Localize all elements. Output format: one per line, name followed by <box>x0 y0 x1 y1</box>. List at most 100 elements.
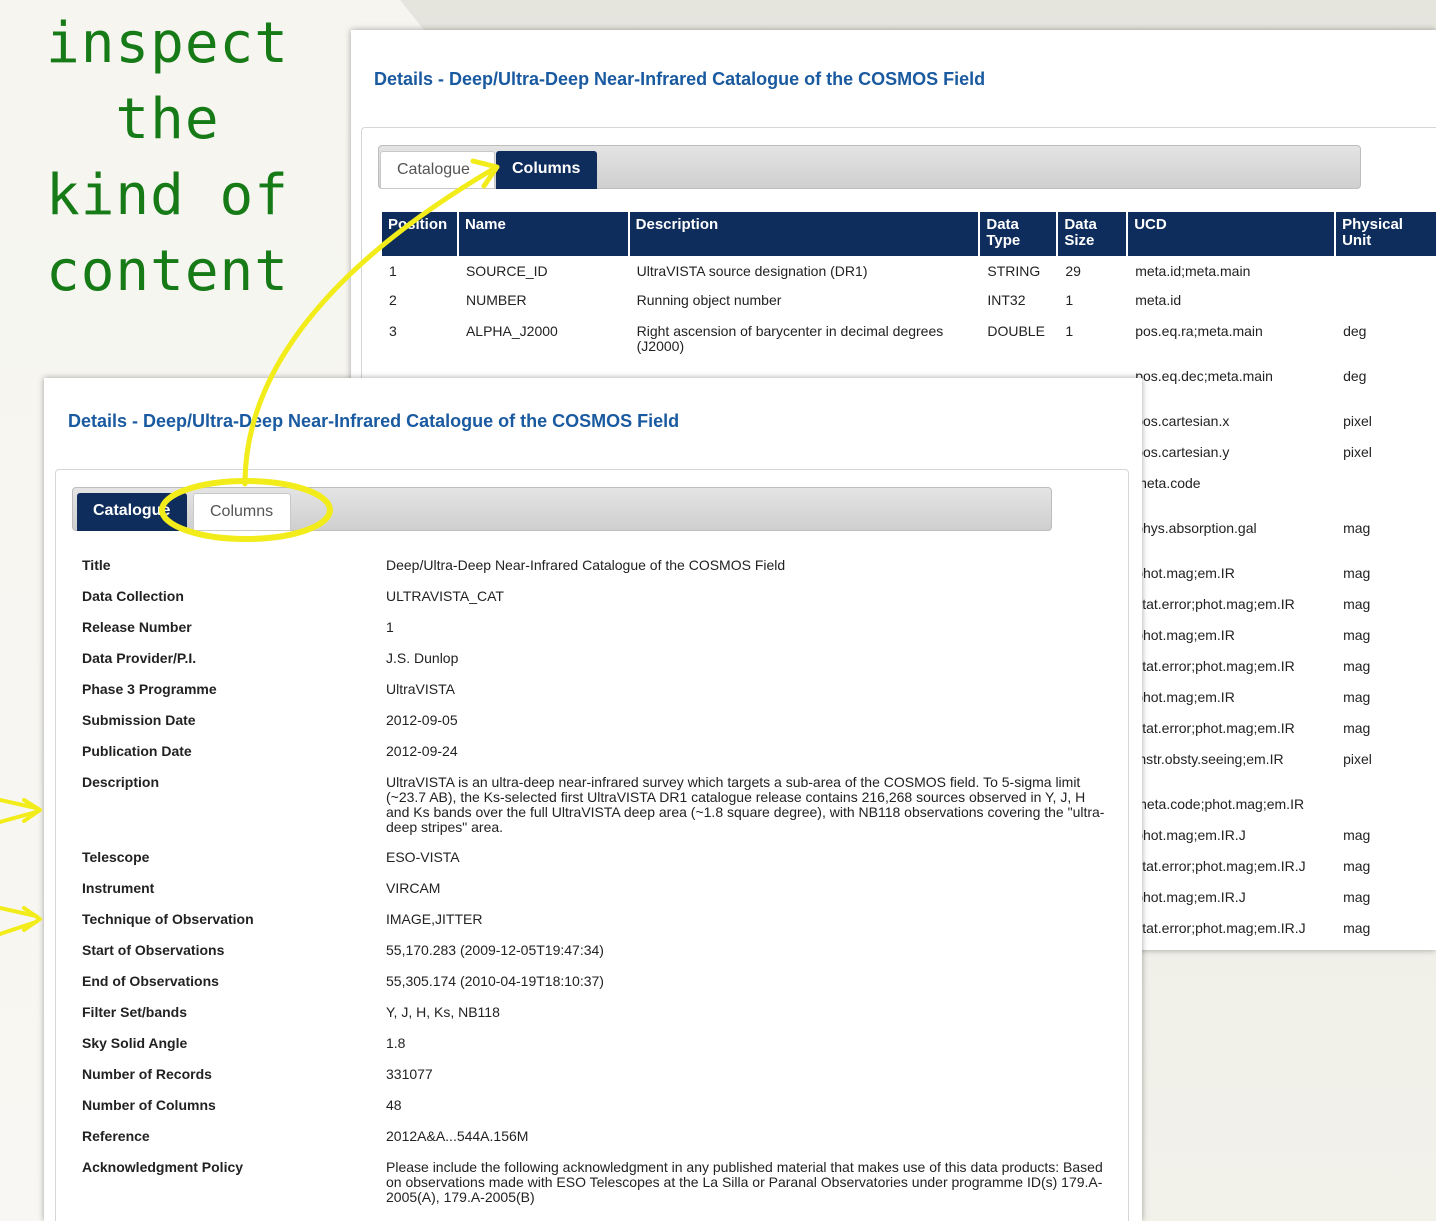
metadata-value: ULTRAVISTA_CAT <box>386 588 504 604</box>
metadata-label: Number of Records <box>82 1066 212 1082</box>
metadata-value: 2012-09-05 <box>386 712 458 728</box>
columns-table-header: Position Name Description Data Type Data… <box>380 210 1436 258</box>
cell-physical-unit: mag <box>1343 565 1371 581</box>
header-ucd: UCD <box>1126 210 1337 258</box>
metadata-label: Title <box>82 557 111 573</box>
cell-ucd: pos.eq.dec;meta.main <box>1135 368 1273 384</box>
headline-line-2: kind of <box>45 163 289 228</box>
metadata-label: Acknowledgment Policy <box>82 1159 244 1175</box>
cell-ucd: phot.mag;em.IR <box>1135 689 1235 705</box>
metadata-label: Data Collection <box>82 588 184 604</box>
metadata-label: Sky Solid Angle <box>82 1035 188 1051</box>
columns-tab-bar: Catalogue Columns <box>378 145 1361 189</box>
cell-physical-unit: mag <box>1343 689 1371 705</box>
metadata-value: 2012A&A...544A.156M <box>386 1128 529 1144</box>
cell-physical-unit <box>1335 287 1436 318</box>
cell-physical-unit: mag <box>1343 720 1371 736</box>
metadata-row: Submission Date 2012-09-05 <box>82 713 1112 744</box>
catalogue-view-panel: Details - Deep/Ultra-Deep Near-Infrared … <box>44 378 1142 1221</box>
metadata-value: ESO-VISTA <box>386 849 460 865</box>
metadata-value: 55,305.174 (2010-04-19T18:10:37) <box>386 973 604 989</box>
metadata-value: 48 <box>386 1097 402 1113</box>
cell-physical-unit: pixel <box>1343 413 1372 429</box>
header-description: Description <box>627 210 981 258</box>
metadata-value: 55,170.283 (2009-12-05T19:47:34) <box>386 942 604 958</box>
cell-ucd: stat.error;phot.mag;em.IR <box>1135 720 1295 736</box>
tab-columns[interactable]: Columns <box>193 493 291 531</box>
cell-ucd: pos.eq.ra;meta.main <box>1135 323 1263 339</box>
catalogue-page-title: Details - Deep/Ultra-Deep Near-Infrared … <box>68 411 680 431</box>
metadata-value: UltraVISTA <box>386 681 455 697</box>
headline-line-3: content <box>45 239 289 304</box>
metadata-value: 1.8 <box>386 1035 406 1051</box>
cell-physical-unit: deg <box>1343 323 1367 339</box>
metadata-label: End of Observations <box>82 973 219 989</box>
metadata-label: Number of Columns <box>82 1097 216 1113</box>
cell-name: SOURCE_ID <box>465 263 548 279</box>
metadata-label: Release Number <box>82 619 192 635</box>
metadata-value: 331077 <box>386 1066 433 1082</box>
header-position: Position <box>380 210 459 258</box>
metadata-label: Phase 3 Programme <box>82 681 217 697</box>
cell-ucd: meta.id <box>1135 292 1182 308</box>
metadata-value: J.S. Dunlop <box>386 650 459 666</box>
cell-physical-unit <box>1335 257 1436 287</box>
metadata-label: Instrument <box>82 880 155 896</box>
cell-physical-unit: mag <box>1343 827 1371 843</box>
cell-ucd: stat.error;phot.mag;em.IR <box>1135 658 1295 674</box>
catalogue-tab-bar: Catalogue Columns <box>72 487 1052 531</box>
tab-catalogue[interactable]: Catalogue <box>77 493 187 531</box>
cell-physical-unit: mag <box>1343 920 1371 936</box>
tab-catalogue[interactable]: Catalogue <box>380 151 495 189</box>
cell-ucd: instr.obsty.seeing;em.IR <box>1135 751 1284 767</box>
cell-name: NUMBER <box>465 292 527 308</box>
tab-columns[interactable]: Columns <box>496 151 597 189</box>
cell-ucd: phot.mag;em.IR <box>1135 627 1235 643</box>
cell-physical-unit: deg <box>1343 368 1367 384</box>
metadata-label: Description <box>82 774 160 790</box>
cell-ucd: meta.code;phot.mag;em.IR <box>1135 796 1305 812</box>
cell-ucd: meta.id;meta.main <box>1135 263 1251 279</box>
metadata-row: Phase 3 Programme UltraVISTA <box>82 682 1112 713</box>
metadata-label: Submission Date <box>82 712 196 728</box>
cell-ucd: phot.mag;em.IR.J <box>1135 889 1246 905</box>
metadata-row: Data Provider/P.I. J.S. Dunlop <box>82 651 1112 682</box>
metadata-row: Description UltraVISTA is an ultra-deep n… <box>82 775 1112 850</box>
annotation-headline: inspect the kind of content <box>0 6 335 310</box>
cell-physical-unit: mag <box>1343 596 1371 612</box>
metadata-value: Y, J, H, Ks, NB118 <box>386 1004 500 1020</box>
table-row: 3 ALPHA_J2000 Right ascension of barycente… <box>381 318 1436 363</box>
cell-data-size: 1 <box>1065 292 1074 308</box>
header-data-type: Data Type <box>978 210 1059 258</box>
metadata-row: Publication Date 2012-09-24 <box>82 744 1112 775</box>
cell-description: Right ascension of barycenter in decimal… <box>636 323 944 354</box>
cell-data-type: DOUBLE <box>987 323 1045 339</box>
cell-physical-unit: mag <box>1343 658 1371 674</box>
table-row: 1 SOURCE_ID UltraVISTA source designation … <box>381 257 1436 287</box>
headline-line-1: inspect the <box>45 11 289 152</box>
cell-data-type: STRING <box>987 263 1041 279</box>
table-row: 2 NUMBER Running object number INT32 1 meta.i… <box>381 287 1436 318</box>
cell-ucd: stat.error;phot.mag;em.IR.J <box>1135 920 1306 936</box>
cell-name: ALPHA_J2000 <box>465 323 558 339</box>
cell-ucd: phys.absorption.gal <box>1135 520 1257 536</box>
cell-physical-unit: mag <box>1343 889 1371 905</box>
metadata-label: Publication Date <box>82 743 192 759</box>
cell-position: 1 <box>389 263 397 279</box>
metadata-value: Deep/Ultra-Deep Near-Infrared Catalogue … <box>386 557 786 573</box>
metadata-row: End of Observations 55,305.174 (2010-04-1… <box>82 974 1112 1005</box>
metadata-label: Technique of Observation <box>82 911 254 927</box>
metadata-row: Sky Solid Angle 1.8 <box>82 1036 1112 1067</box>
cell-physical-unit: mag <box>1343 627 1371 643</box>
cell-physical-unit: mag <box>1343 858 1371 874</box>
cell-physical-unit <box>1335 791 1436 822</box>
cell-position: 2 <box>389 292 397 308</box>
metadata-row: Technique of Observation IMAGE,JITTER <box>82 912 1112 943</box>
cell-description: UltraVISTA source designation (DR1) <box>636 263 868 279</box>
cell-description: Running object number <box>636 292 782 308</box>
cell-ucd: pos.cartesian.y <box>1135 444 1230 460</box>
metadata-value: UltraVISTA is an ultra-deep near-infrare… <box>386 774 1105 835</box>
metadata-label: Filter Set/bands <box>82 1004 188 1020</box>
cell-data-type: INT32 <box>987 292 1026 308</box>
metadata-label: Reference <box>82 1128 150 1144</box>
